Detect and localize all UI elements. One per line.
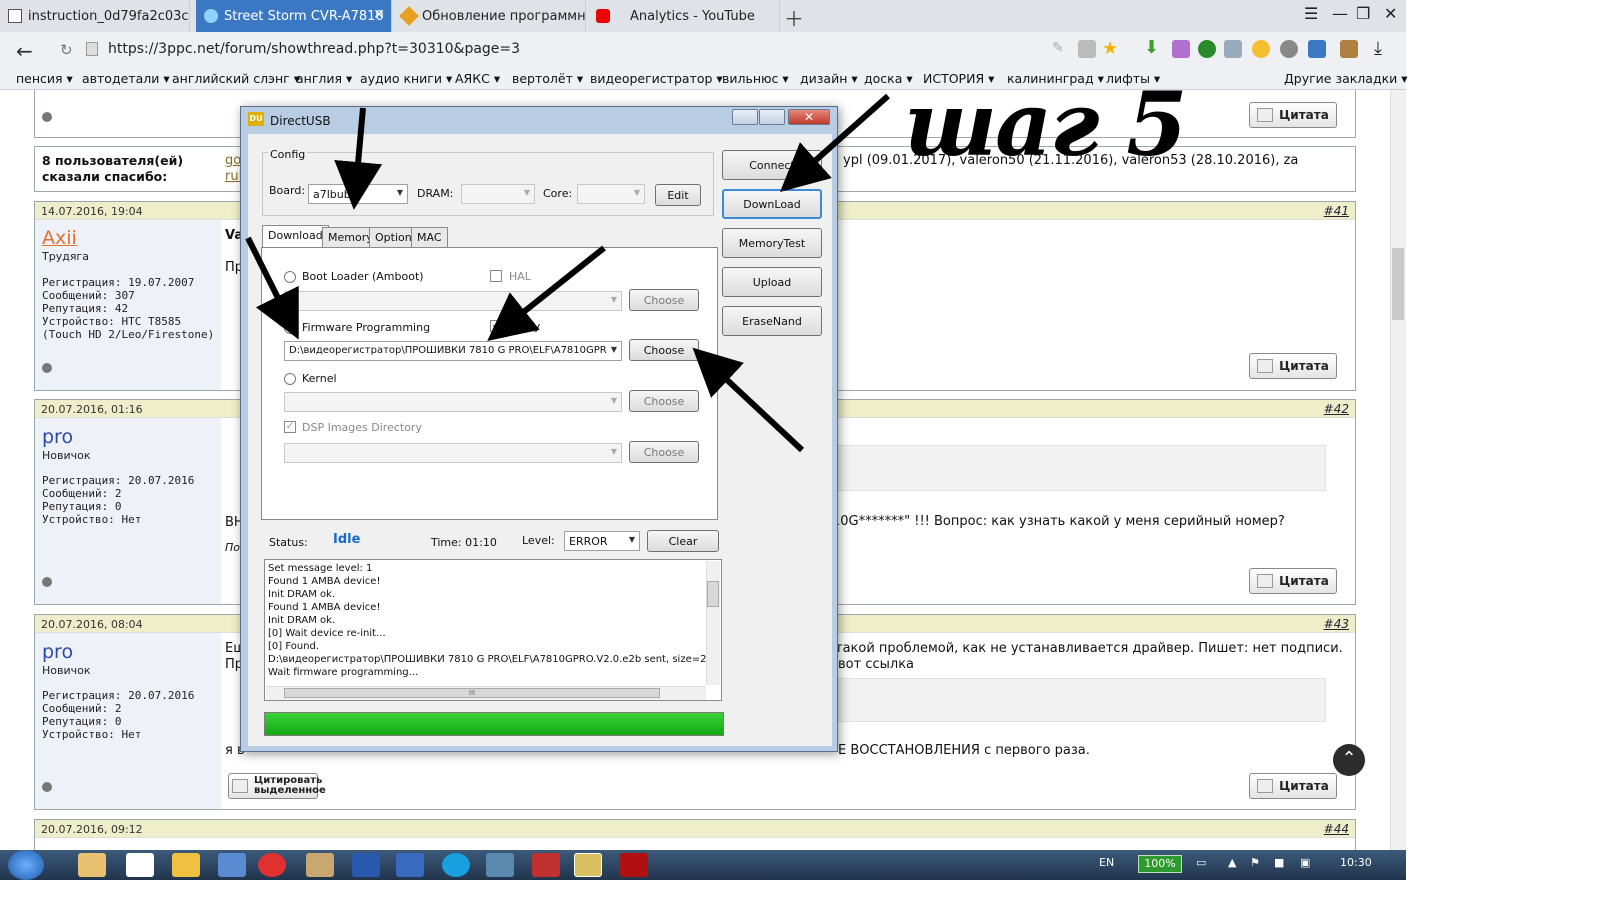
start-button[interactable]: [8, 850, 44, 880]
arrow-firmware: [245, 236, 299, 340]
annotation-arrows: [245, 93, 890, 453]
yandex-browser-icon[interactable]: [258, 853, 286, 877]
pdf-icon[interactable]: [620, 853, 648, 877]
arrow-verify: [487, 245, 606, 341]
media-player-icon[interactable]: [172, 853, 200, 877]
skype-icon[interactable]: [442, 853, 470, 877]
save-icon[interactable]: [396, 853, 424, 877]
flag-icon[interactable]: ⚑: [1250, 856, 1260, 869]
word-icon[interactable]: [352, 853, 380, 877]
tray-up-icon[interactable]: ▲: [1228, 856, 1236, 869]
audio-icon[interactable]: [218, 853, 246, 877]
explorer-icon[interactable]: [78, 853, 106, 877]
language-indicator[interactable]: EN: [1099, 856, 1114, 869]
tray-icon[interactable]: ▣: [1300, 856, 1310, 869]
arrow-board: [334, 107, 383, 210]
battery-indicator[interactable]: 100%: [1138, 855, 1182, 873]
remote-icon[interactable]: [486, 853, 514, 877]
arrow-download: [780, 93, 890, 192]
app-icon[interactable]: [532, 853, 560, 877]
archive-icon[interactable]: [306, 853, 334, 877]
directusb-task-icon[interactable]: [574, 853, 602, 877]
tray-icon[interactable]: ■: [1274, 856, 1284, 869]
clock[interactable]: 10:30: [1340, 856, 1372, 869]
network-icon[interactable]: ▭: [1196, 856, 1206, 869]
arrow-choose: [692, 347, 805, 453]
yandex-icon[interactable]: [126, 853, 154, 877]
annotation-step-text: шаг 5: [904, 72, 1187, 176]
